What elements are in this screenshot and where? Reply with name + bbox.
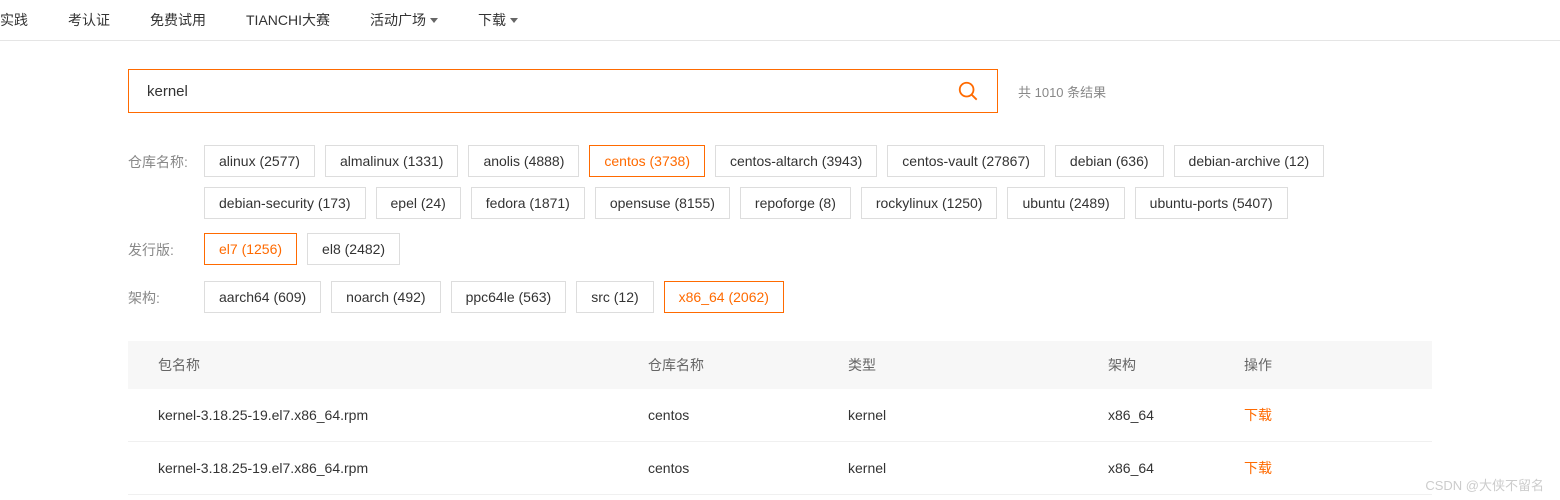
nav-label: 活动广场 — [370, 10, 426, 30]
filter-tag[interactable]: almalinux (1331) — [325, 145, 459, 177]
filter-tag[interactable]: el7 (1256) — [204, 233, 297, 265]
search-input[interactable] — [147, 83, 957, 100]
filter-tag[interactable]: centos (3738) — [589, 145, 705, 177]
filter-tag[interactable]: ppc64le (563) — [451, 281, 567, 313]
watermark: CSDN @大侠不留名 — [1425, 475, 1544, 494]
filter-tag[interactable]: epel (24) — [376, 187, 461, 219]
filter-tag[interactable]: aarch64 (609) — [204, 281, 321, 313]
th-repo: 仓库名称 — [618, 355, 818, 375]
cell-arch: x86_64 — [1078, 407, 1214, 423]
filter-tag[interactable]: fedora (1871) — [471, 187, 585, 219]
cell-type: kernel — [818, 407, 1078, 423]
th-type: 类型 — [818, 355, 1078, 375]
filter-tag[interactable]: el8 (2482) — [307, 233, 400, 265]
filter-row-dist: 发行版: el7 (1256) el8 (2482) — [128, 233, 1432, 267]
nav-item-events[interactable]: 活动广场 — [370, 10, 438, 30]
filter-tags-arch: aarch64 (609) noarch (492) ppc64le (563) sr… — [204, 281, 784, 313]
filters: 仓库名称: alinux (2577) almalinux (1331) anoli… — [128, 145, 1432, 315]
filter-tag[interactable]: rockylinux (1250) — [861, 187, 998, 219]
filter-tag[interactable]: ubuntu-ports (5407) — [1135, 187, 1288, 219]
filter-tag[interactable]: x86_64 (2062) — [664, 281, 784, 313]
results-table: 包名称 仓库名称 类型 架构 操作 kernel-3.18.25-19.el7.… — [128, 341, 1432, 495]
filter-tag[interactable]: alinux (2577) — [204, 145, 315, 177]
chevron-down-icon — [430, 18, 438, 23]
main-content: 共 1010 条结果 仓库名称: alinux (2577) almalinux … — [0, 69, 1560, 495]
filter-tag[interactable]: ubuntu (2489) — [1007, 187, 1124, 219]
cell-name: kernel-3.18.25-19.el7.x86_64.rpm — [128, 407, 618, 423]
filter-label-repo: 仓库名称: — [128, 145, 204, 179]
filter-row-arch: 架构: aarch64 (609) noarch (492) ppc64le (56… — [128, 281, 1432, 315]
nav-label: 实践 — [0, 10, 28, 30]
th-name: 包名称 — [128, 355, 618, 375]
filter-tag[interactable]: debian-security (173) — [204, 187, 366, 219]
filter-tag[interactable]: anolis (4888) — [468, 145, 579, 177]
download-link[interactable]: 下载 — [1244, 407, 1272, 423]
chevron-down-icon — [510, 18, 518, 23]
nav-label: TIANCHI大赛 — [246, 10, 330, 30]
filter-tag[interactable]: noarch (492) — [331, 281, 440, 313]
nav-label: 下载 — [478, 10, 506, 30]
nav-item-download[interactable]: 下载 — [478, 10, 518, 30]
filter-row-repo: 仓库名称: alinux (2577) almalinux (1331) anoli… — [128, 145, 1432, 219]
nav-item-freetrial[interactable]: 免费试用 — [150, 10, 206, 30]
filter-tag[interactable]: debian-archive (12) — [1174, 145, 1325, 177]
cell-repo: centos — [618, 407, 818, 423]
result-count: 共 1010 条结果 — [1018, 82, 1106, 101]
filter-label-arch: 架构: — [128, 281, 204, 315]
table-body: kernel-3.18.25-19.el7.x86_64.rpmcentoske… — [128, 389, 1432, 495]
filter-tag[interactable]: repoforge (8) — [740, 187, 851, 219]
filter-tags-repo: alinux (2577) almalinux (1331) anolis (488… — [204, 145, 1432, 219]
nav-label: 考认证 — [68, 10, 110, 30]
table-row: kernel-3.18.25-19.el7.x86_64.rpmcentoske… — [128, 389, 1432, 442]
cell-name: kernel-3.18.25-19.el7.x86_64.rpm — [128, 460, 618, 476]
filter-tag[interactable]: debian (636) — [1055, 145, 1164, 177]
nav-item-exam[interactable]: 考认证 — [68, 10, 110, 30]
filter-tags-dist: el7 (1256) el8 (2482) — [204, 233, 400, 265]
th-arch: 架构 — [1078, 355, 1214, 375]
table-row: kernel-3.18.25-19.el7.x86_64.rpmcentoske… — [128, 442, 1432, 495]
search-icon[interactable] — [957, 80, 979, 102]
nav-item-practice[interactable]: 实践 — [0, 10, 28, 30]
filter-tag[interactable]: centos-altarch (3943) — [715, 145, 877, 177]
cell-arch: x86_64 — [1078, 460, 1214, 476]
filter-label-dist: 发行版: — [128, 233, 204, 267]
filter-tag[interactable]: src (12) — [576, 281, 653, 313]
cell-repo: centos — [618, 460, 818, 476]
filter-tag[interactable]: opensuse (8155) — [595, 187, 730, 219]
search-row: 共 1010 条结果 — [128, 69, 1432, 113]
filter-tag[interactable]: centos-vault (27867) — [887, 145, 1045, 177]
top-nav: 实践 考认证 免费试用 TIANCHI大赛 活动广场 下载 — [0, 0, 1560, 41]
table-header: 包名称 仓库名称 类型 架构 操作 — [128, 341, 1432, 389]
nav-label: 免费试用 — [150, 10, 206, 30]
nav-item-tianchi[interactable]: TIANCHI大赛 — [246, 10, 330, 30]
th-action: 操作 — [1214, 355, 1334, 375]
download-link[interactable]: 下载 — [1244, 460, 1272, 476]
cell-type: kernel — [818, 460, 1078, 476]
search-box — [128, 69, 998, 113]
